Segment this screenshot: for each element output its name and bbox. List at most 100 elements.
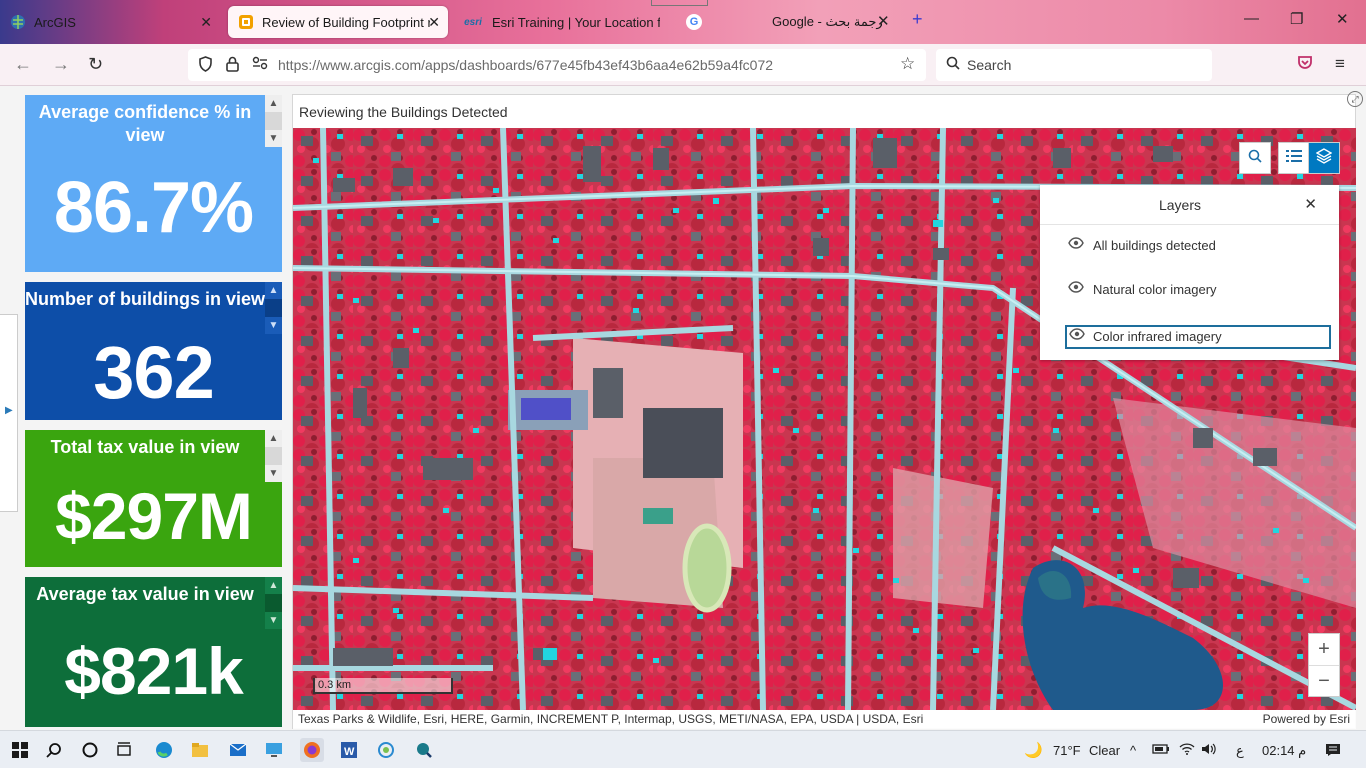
zoom-out-button[interactable]: − <box>1309 665 1339 696</box>
permissions-icon[interactable] <box>252 56 268 74</box>
address-bar[interactable]: https://www.arcgis.com/apps/dashboards/6… <box>188 49 926 81</box>
tab-esri-training[interactable]: esri Esri Training | Your Location for <box>452 6 670 38</box>
chevron-up-icon[interactable]: ^ <box>1130 743 1136 758</box>
svg-text:W: W <box>344 746 355 758</box>
back-icon[interactable]: ← <box>14 54 32 75</box>
indicator-scrollbar[interactable]: ▲ ▼ <box>265 577 282 629</box>
close-icon[interactable]: ✕ <box>1304 195 1317 213</box>
close-window-icon[interactable]: ✕ <box>1336 10 1349 28</box>
indicator-total-tax-value: Total tax value in view $297M ▲ ▼ <box>25 430 282 567</box>
tab-review-building-footprint[interactable]: Review of Building Footprint re ✕ <box>228 6 448 38</box>
indicator-scrollbar[interactable]: ▲ ▼ <box>265 282 282 334</box>
attribution-text[interactable]: Texas Parks & Wildlife, Esri, HERE, Garm… <box>298 712 923 726</box>
indicator-title: Total tax value in view <box>50 437 240 457</box>
search-placeholder: Search <box>967 57 1012 73</box>
notifications-icon[interactable] <box>1325 743 1341 760</box>
remote-desktop-icon[interactable] <box>262 738 286 762</box>
indicator-average-confidence: Average confidence % in view 86.7% ▲ ▼ <box>25 95 282 272</box>
scale-bar: 0.3 km <box>313 678 453 694</box>
tab-google[interactable]: G <box>676 6 756 38</box>
indicator-scrollbar[interactable]: ▲ ▼ <box>265 95 282 147</box>
indicator-scrollbar[interactable]: ▲ ▼ <box>265 430 282 482</box>
restore-icon[interactable]: ❐ <box>1290 10 1303 28</box>
chevron-right-icon: ▶ <box>5 405 13 416</box>
tab-label: Google - ترجمة بحث <box>772 14 882 29</box>
scroll-down-icon[interactable]: ▼ <box>265 130 282 147</box>
eye-icon[interactable] <box>1068 281 1084 296</box>
search-icon <box>946 56 960 73</box>
weather-temp[interactable]: 71°F <box>1053 743 1081 758</box>
scale-label: 0.3 km <box>318 679 352 691</box>
zoom-in-button[interactable]: + <box>1309 634 1339 665</box>
scroll-down-icon[interactable]: ▼ <box>265 465 282 482</box>
zoom-control: + − <box>1308 633 1340 697</box>
close-tab-icon[interactable]: ✕ <box>877 12 890 30</box>
side-panel-toggle[interactable]: ▶ <box>0 314 18 512</box>
layer-item-all-buildings[interactable]: All buildings detected <box>1065 234 1331 258</box>
fullscreen-icon[interactable]: ⤢ <box>1347 91 1363 107</box>
layers-panel: Layers ✕ All buildings detected Natural … <box>1040 185 1339 360</box>
layer-item-color-infrared[interactable]: Color infrared imagery <box>1065 325 1331 349</box>
weather-condition[interactable]: Clear <box>1089 743 1120 758</box>
scroll-up-icon[interactable]: ▲ <box>265 430 282 447</box>
dashboard: ▶ Average confidence % in view 86.7% ▲ ▼… <box>0 86 1366 730</box>
layer-label: Color infrared imagery <box>1093 329 1222 344</box>
firefox-icon[interactable] <box>300 738 324 762</box>
browser-search-field[interactable]: Search <box>936 49 1212 81</box>
mail-icon[interactable] <box>226 738 250 762</box>
layers-panel-title: Layers <box>1158 197 1202 213</box>
tab-google-translate[interactable]: Google - ترجمة بحث <box>762 6 892 38</box>
eye-icon[interactable] <box>1069 328 1085 343</box>
shield-icon[interactable] <box>198 56 213 76</box>
task-view-icon[interactable] <box>112 738 136 762</box>
minimize-icon[interactable]: — <box>1244 10 1259 27</box>
layer-label: Natural color imagery <box>1093 282 1217 297</box>
arcgis-pro-icon[interactable] <box>374 738 398 762</box>
search-icon[interactable] <box>42 738 66 762</box>
layer-item-natural-color[interactable]: Natural color imagery <box>1065 278 1331 302</box>
windows-start-icon[interactable] <box>8 738 32 762</box>
edge-browser-icon[interactable] <box>152 738 176 762</box>
scroll-up-icon[interactable]: ▲ <box>265 95 282 112</box>
pocket-icon[interactable] <box>1297 55 1313 74</box>
indicator-title: Number of buildings in view <box>25 289 266 309</box>
close-tab-icon[interactable]: ✕ <box>428 14 440 31</box>
indicator-title: Average tax value in view <box>36 584 254 604</box>
eye-icon[interactable] <box>1068 237 1084 252</box>
wifi-icon[interactable] <box>1179 743 1195 758</box>
tab-drag-indicator <box>651 0 708 6</box>
indicator-value: $297M <box>55 479 253 553</box>
volume-icon[interactable] <box>1201 743 1217 758</box>
scroll-up-icon[interactable]: ▲ <box>265 282 282 299</box>
indicator-value: 362 <box>93 331 214 414</box>
menu-icon[interactable]: ≡ <box>1335 54 1345 74</box>
file-explorer-icon[interactable] <box>188 738 212 762</box>
new-tab-icon[interactable]: + <box>912 9 923 30</box>
map-search-button[interactable] <box>1239 142 1271 174</box>
scroll-down-icon[interactable]: ▼ <box>265 317 282 334</box>
reload-icon[interactable]: ↻ <box>88 54 103 75</box>
moon-weather-icon[interactable]: 🌙 <box>1024 741 1043 759</box>
legend-list-icon <box>1286 149 1302 167</box>
globe-icon <box>10 14 26 30</box>
lock-icon[interactable] <box>226 56 239 76</box>
cortana-icon[interactable] <box>78 738 102 762</box>
legend-button[interactable] <box>1278 142 1310 174</box>
scroll-up-icon[interactable]: ▲ <box>265 577 282 594</box>
tab-arcgis[interactable]: ArcGIS ✕ <box>0 6 222 38</box>
forward-icon[interactable]: → <box>52 54 70 75</box>
input-language[interactable]: ع <box>1236 743 1244 759</box>
battery-icon[interactable] <box>1152 743 1170 758</box>
powered-by-esri[interactable]: Powered by Esri <box>1263 712 1350 726</box>
arcgis-earth-icon[interactable] <box>412 738 436 762</box>
browser-tab-strip: ArcGIS ✕ Review of Building Footprint re… <box>0 0 1366 44</box>
scroll-down-icon[interactable]: ▼ <box>265 612 282 629</box>
bookmark-star-icon[interactable]: ☆ <box>900 54 915 74</box>
clock[interactable]: 02:14 م <box>1262 743 1306 759</box>
word-icon[interactable]: W <box>337 738 361 762</box>
layers-button[interactable] <box>1308 142 1340 174</box>
tab-label: Esri Training | Your Location for <box>492 14 660 30</box>
url-text: https://www.arcgis.com/apps/dashboards/6… <box>278 57 774 73</box>
indicator-title: Average confidence % in view <box>38 102 252 145</box>
close-tab-icon[interactable]: ✕ <box>200 14 212 31</box>
